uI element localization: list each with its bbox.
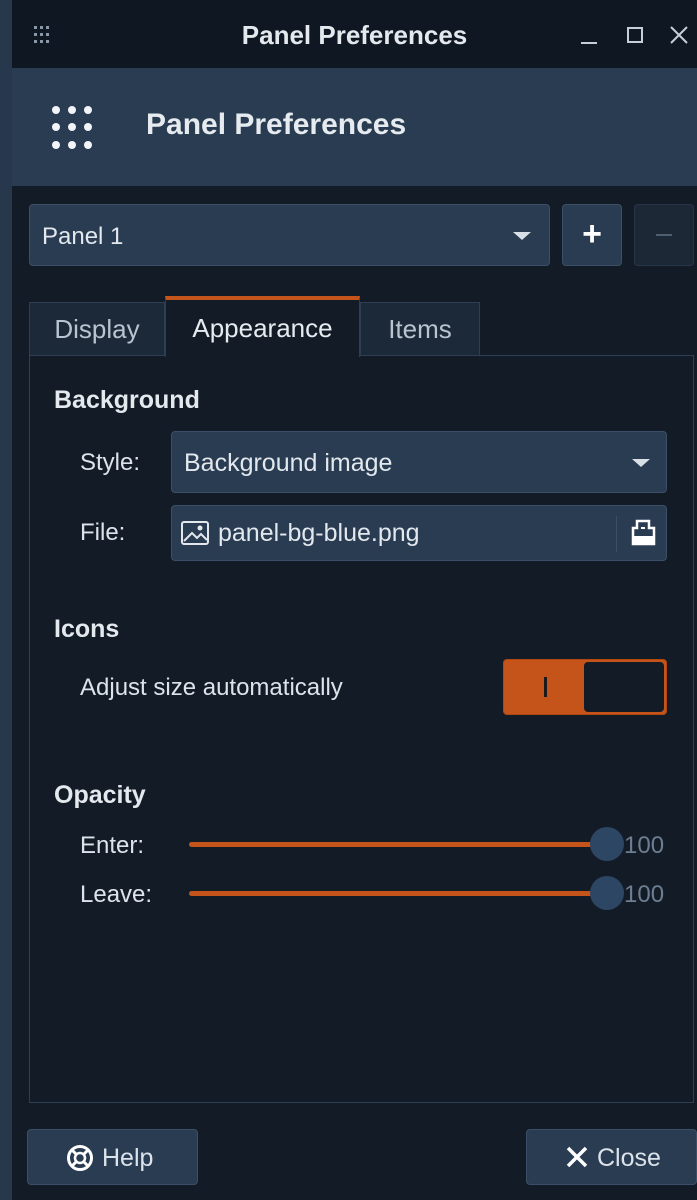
file-chooser-divider xyxy=(616,516,617,552)
dialog-header: Panel Preferences xyxy=(12,68,697,186)
remove-panel-button[interactable] xyxy=(634,204,694,266)
help-button[interactable]: Help xyxy=(27,1129,198,1185)
style-label: Style: xyxy=(80,449,141,476)
file-name: panel-bg-blue.png xyxy=(218,519,420,547)
style-dropdown-value: Background image xyxy=(184,449,393,477)
minimize-icon[interactable] xyxy=(574,18,604,52)
enter-slider-track[interactable] xyxy=(189,842,607,847)
leave-label: Leave: xyxy=(80,881,153,908)
help-button-label: Help xyxy=(102,1144,154,1172)
image-file-icon xyxy=(181,521,209,545)
title-bar[interactable]: Panel Preferences xyxy=(12,0,697,68)
panel-dropdown[interactable]: Panel 1 xyxy=(29,204,550,266)
lifebuoy-icon xyxy=(67,1145,93,1171)
add-panel-button[interactable]: + xyxy=(562,204,622,266)
close-icon[interactable] xyxy=(664,18,694,52)
adjust-size-label: Adjust size automatically xyxy=(80,674,343,701)
toggle-knob[interactable] xyxy=(584,662,664,712)
panel-preferences-window: Panel Preferences Panel Preferences Pane… xyxy=(12,0,697,1200)
tab-items[interactable]: Items xyxy=(360,302,480,356)
file-label: File: xyxy=(80,519,126,546)
toggle-on-indicator xyxy=(544,677,547,697)
appearance-tab-content: Background Style: Background image File:… xyxy=(29,355,694,1103)
leave-slider-track[interactable] xyxy=(189,891,607,896)
enter-value: 100 xyxy=(624,832,665,859)
chevron-down-icon xyxy=(513,232,531,240)
folder-open-icon[interactable] xyxy=(628,518,660,548)
desktop-background xyxy=(0,0,12,1200)
file-chooser[interactable]: panel-bg-blue.png xyxy=(171,505,667,561)
style-dropdown[interactable]: Background image xyxy=(171,431,667,493)
adjust-size-toggle[interactable] xyxy=(503,659,667,715)
close-button[interactable]: Close xyxy=(526,1129,697,1185)
panel-dropdown-value: Panel 1 xyxy=(42,223,124,250)
leave-value: 100 xyxy=(624,881,665,908)
close-button-label: Close xyxy=(597,1144,661,1172)
close-x-icon xyxy=(566,1146,588,1168)
tab-display[interactable]: Display xyxy=(29,302,165,356)
leave-slider-knob[interactable] xyxy=(590,876,624,910)
enter-label: Enter: xyxy=(80,832,145,859)
chevron-down-icon xyxy=(632,459,650,467)
grid-dots-icon xyxy=(52,106,96,150)
minus-icon xyxy=(656,234,672,236)
background-section-label: Background xyxy=(54,386,200,414)
tab-appearance[interactable]: Appearance xyxy=(165,296,360,357)
maximize-icon[interactable] xyxy=(620,18,650,52)
enter-slider-knob[interactable] xyxy=(590,827,624,861)
opacity-section-label: Opacity xyxy=(54,781,146,809)
icons-section-label: Icons xyxy=(54,615,120,643)
header-title: Panel Preferences xyxy=(146,108,407,141)
